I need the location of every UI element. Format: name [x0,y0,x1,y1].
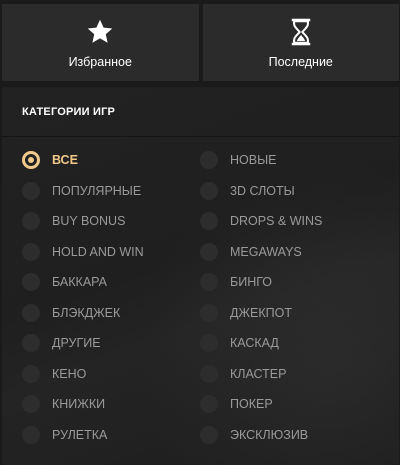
category-label: DROPS & WINS [230,214,323,229]
radio-icon[interactable] [200,212,218,231]
radio-icon[interactable] [22,151,40,170]
radio-icon[interactable] [22,181,40,200]
radio-icon[interactable] [22,334,40,353]
category-list: ВСЕ НОВЫЕ ПОПУЛЯРНЫЕ 3D СЛОТЫ BUY BONUS DROPS… [2,145,399,450]
category-item[interactable]: БЛЭКДЖЕК [2,298,180,329]
radio-icon[interactable] [200,181,218,200]
radio-icon[interactable] [200,242,218,261]
category-item[interactable]: ДЖЕКПОТ [180,298,380,329]
panel-title: КАТЕГОРИИ ИГР [2,87,399,137]
category-label: ПОКЕР [230,397,273,412]
radio-icon[interactable] [22,242,40,261]
category-item[interactable]: РУЛЕТКА [2,420,180,451]
category-item[interactable]: ДРУГИЕ [2,328,180,359]
category-label: КАСКАД [230,336,279,351]
category-label: БИНГО [230,275,273,290]
radio-icon[interactable] [200,273,218,292]
star-icon [85,17,115,47]
category-item[interactable]: ПОКЕР [180,389,380,420]
category-label: БАККАРА [52,275,108,290]
hourglass-icon [286,17,316,47]
radio-icon[interactable] [22,273,40,292]
radio-icon[interactable] [200,395,218,414]
favorites-button[interactable]: Избранное [2,4,199,81]
category-label: ДРУГИЕ [52,336,101,351]
radio-icon[interactable] [200,425,218,444]
quick-tiles: Избранное Последние [0,0,400,82]
radio-icon[interactable] [200,364,218,383]
category-label: BUY BONUS [52,214,126,229]
category-item[interactable]: HOLD AND WIN [2,237,180,268]
category-item[interactable]: MEGAWAYS [180,237,380,268]
category-label: ПОПУЛЯРНЫЕ [52,183,142,198]
radio-icon[interactable] [22,303,40,322]
category-item[interactable]: БАККАРА [2,267,180,298]
category-item[interactable]: DROPS & WINS [180,206,380,237]
radio-icon[interactable] [22,395,40,414]
radio-icon[interactable] [22,425,40,444]
category-item[interactable]: 3D СЛОТЫ [180,176,380,207]
radio-icon[interactable] [200,303,218,322]
category-label: MEGAWAYS [230,244,302,259]
recent-label: Последние [268,54,333,69]
category-label: 3D СЛОТЫ [230,183,295,198]
category-label: КЛАСТЕР [230,366,287,381]
favorites-label: Избранное [68,54,132,69]
category-item[interactable]: ВСЕ [2,145,180,176]
radio-icon[interactable] [200,151,218,170]
category-item[interactable]: БИНГО [180,267,380,298]
radio-icon[interactable] [22,212,40,231]
category-label: ДЖЕКПОТ [230,305,292,320]
category-label: РУЛЕТКА [52,427,108,442]
category-item[interactable]: НОВЫЕ [180,145,380,176]
category-item[interactable]: ЭКСКЛЮЗИВ [180,420,380,451]
category-item[interactable]: КЛАСТЕР [180,359,380,390]
category-item[interactable]: КЕНО [2,359,180,390]
category-label: ВСЕ [52,153,78,168]
category-label: ЭКСКЛЮЗИВ [230,427,309,442]
recent-button[interactable]: Последние [202,4,399,81]
radio-icon[interactable] [200,334,218,353]
category-label: КНИЖКИ [52,397,106,412]
category-item[interactable]: ПОПУЛЯРНЫЕ [2,176,180,207]
game-categories-panel: КАТЕГОРИИ ИГР ВСЕ НОВЫЕ ПОПУЛЯРНЫЕ 3D СЛОТЫ… [2,87,399,465]
radio-icon[interactable] [22,364,40,383]
category-item[interactable]: КНИЖКИ [2,389,180,420]
category-item[interactable]: КАСКАД [180,328,380,359]
category-item[interactable]: BUY BONUS [2,206,180,237]
category-label: БЛЭКДЖЕК [52,305,121,320]
category-label: НОВЫЕ [230,153,277,168]
category-label: HOLD AND WIN [52,244,144,259]
category-label: КЕНО [52,366,87,381]
